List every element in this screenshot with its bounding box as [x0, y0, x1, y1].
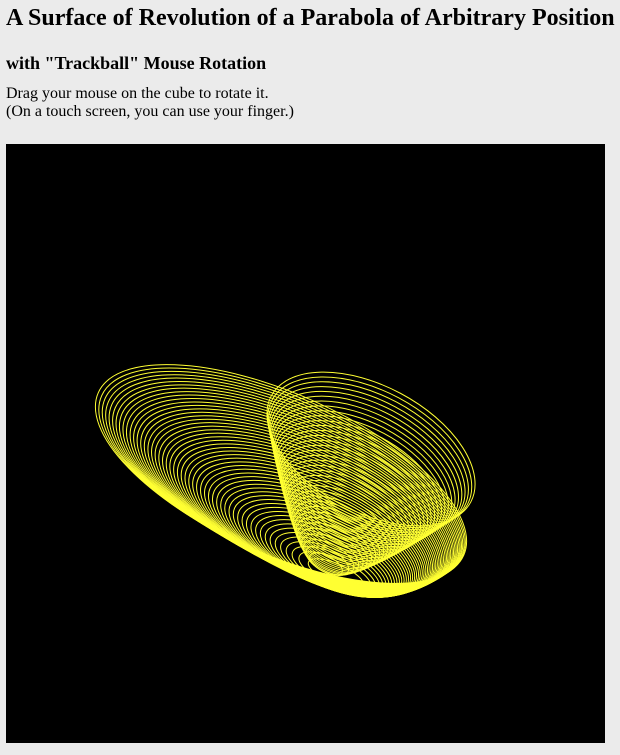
instructions: Drag your mouse on the cube to rotate it… [6, 85, 620, 121]
instruction-line-1: Drag your mouse on the cube to rotate it… [6, 85, 269, 102]
page-title: A Surface of Revolution of a Parabola of… [6, 5, 615, 31]
rotation-canvas[interactable] [6, 144, 605, 743]
surface-of-revolution-drawing [94, 364, 476, 598]
instruction-line-2: (On a touch screen, you can use your fin… [6, 103, 294, 120]
page: A Surface of Revolution of a Parabola of… [0, 0, 620, 755]
page-subtitle: with "Trackball" Mouse Rotation [6, 53, 267, 73]
